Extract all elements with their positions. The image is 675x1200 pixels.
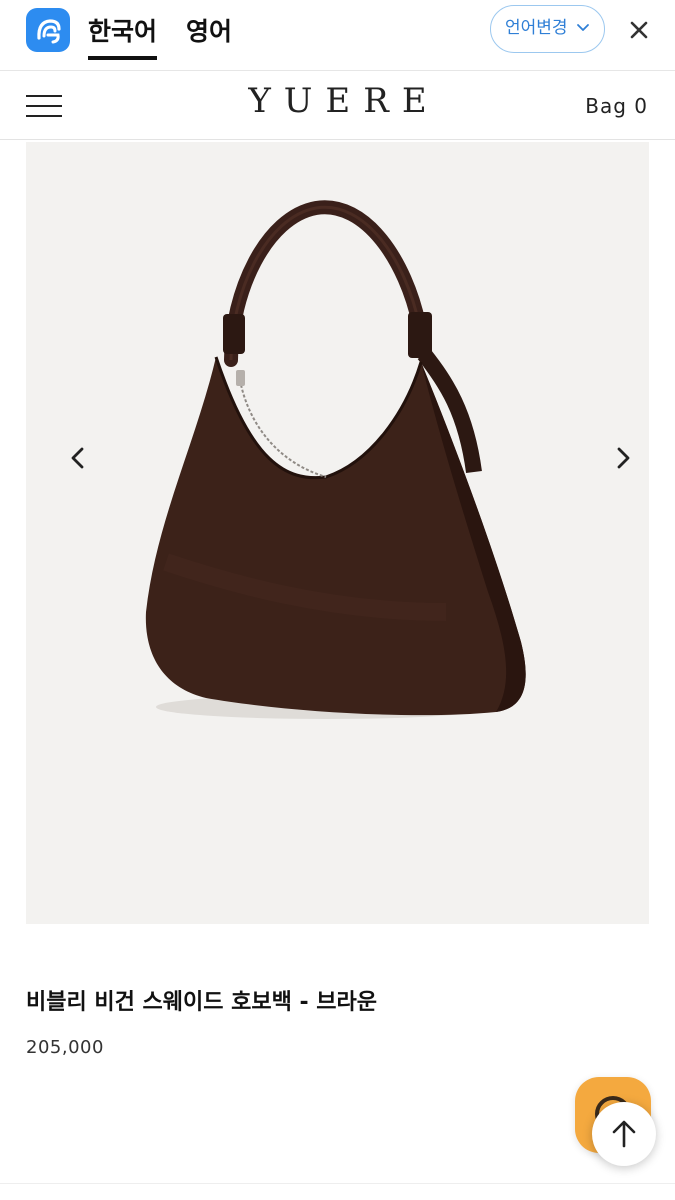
product-image [26, 142, 649, 924]
language-change-button[interactable]: 언어변경 [490, 5, 605, 53]
arrow-up-icon [612, 1120, 636, 1148]
product-title: 비블리 비건 스웨이드 호보백 - 브라운 [26, 990, 378, 1015]
divider [0, 1183, 675, 1184]
hobo-bag-illustration [145, 200, 526, 719]
tab-korean[interactable]: 한국어 [88, 12, 158, 60]
translate-bar: 한국어 영어 언어변경 [0, 0, 675, 71]
bag-link[interactable]: Bag 0 [585, 94, 648, 118]
product-price: 205,000 [26, 1037, 104, 1058]
translator-app-icon[interactable] [26, 8, 70, 52]
chevron-right-icon[interactable] [608, 443, 638, 473]
site-header: YUERE Bag 0 [0, 71, 675, 140]
chevron-left-icon[interactable] [63, 443, 93, 473]
close-icon[interactable] [627, 18, 651, 42]
brand-logo[interactable]: YUERE [0, 81, 675, 121]
tab-english[interactable]: 영어 [186, 12, 232, 48]
scroll-to-top-button[interactable] [592, 1102, 656, 1166]
language-change-label: 언어변경 [505, 18, 568, 38]
chevron-down-icon [577, 24, 589, 31]
